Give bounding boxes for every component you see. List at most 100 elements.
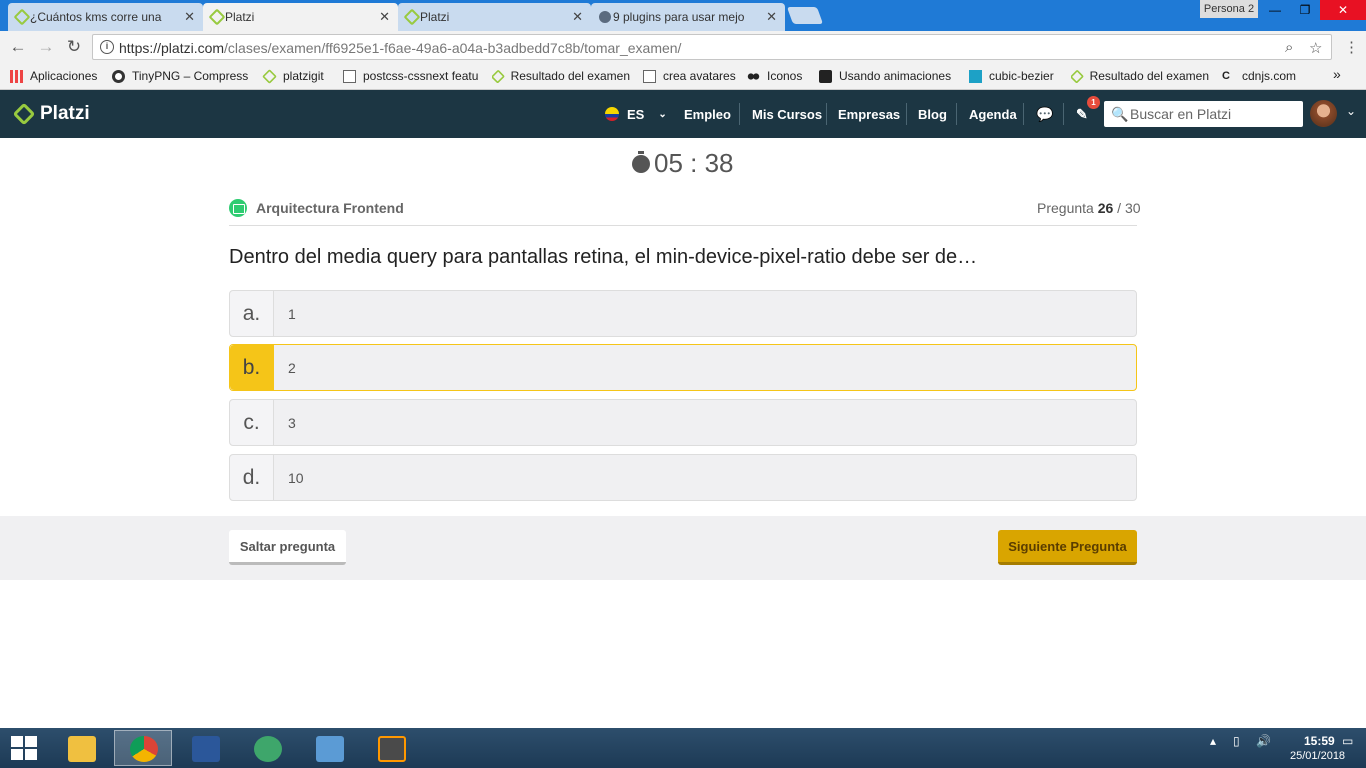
reload-icon[interactable]: ↻	[64, 37, 84, 57]
language-selector[interactable]: ES ⌄	[605, 90, 667, 138]
question-number: 26	[1097, 200, 1114, 216]
close-icon[interactable]: ✕	[184, 9, 195, 25]
avatar[interactable]	[1310, 100, 1337, 127]
answer-option-d[interactable]: d. 10	[229, 454, 1137, 501]
photos-icon	[316, 736, 344, 762]
back-arrow-icon[interactable]: ←	[8, 37, 28, 57]
tab-platzi-active[interactable]: Platzi ✕	[203, 3, 398, 31]
close-icon[interactable]: ✕	[379, 9, 390, 25]
notifications-button[interactable]: ✎	[1076, 90, 1088, 138]
nav-mis-cursos[interactable]: Mis Cursos	[752, 90, 822, 138]
bookmark-star-icon[interactable]: ☆	[1309, 39, 1322, 57]
close-icon[interactable]: ✕	[572, 9, 583, 25]
battery-icon[interactable]: ▯	[1233, 734, 1240, 748]
bookmark-postcss[interactable]: postcss-cssnext featu	[343, 69, 480, 83]
taskbar-atom[interactable]	[238, 730, 296, 766]
clock-date[interactable]: 25/01/2018	[1290, 750, 1345, 762]
chevron-down-icon: ⌄	[658, 108, 667, 120]
window-close-icon[interactable]: ✕	[1320, 0, 1366, 20]
atom-icon	[254, 736, 282, 762]
platzi-logo[interactable]: Platzi	[12, 102, 90, 126]
taskbar-file-explorer[interactable]	[52, 730, 110, 766]
cdnjs-icon: C	[1222, 69, 1230, 82]
bookmarks-bar: Aplicaciones TinyPNG – Compress platzigi…	[0, 63, 1366, 90]
bookmark-resultado-2[interactable]: Resultado del examen	[1071, 69, 1209, 83]
bookmark-aplicaciones[interactable]: Aplicaciones	[10, 69, 97, 83]
zoom-search-icon[interactable]: ⌕	[1285, 39, 1293, 56]
postcss-icon	[343, 69, 356, 83]
close-icon[interactable]: ✕	[766, 9, 777, 25]
exam-actions-bar	[0, 516, 1366, 580]
bookmark-cubic-bezier[interactable]: cubic-bezier	[969, 69, 1054, 83]
answer-option-a[interactable]: a. 1	[229, 290, 1137, 337]
course-title: Arquitectura Frontend	[229, 199, 404, 217]
divider	[1063, 103, 1064, 125]
start-pane	[11, 736, 23, 747]
bookmarks-overflow-button[interactable]: »	[1333, 66, 1341, 82]
bookmark-cdnjs[interactable]: Ccdnjs.com	[1222, 69, 1296, 83]
platzi-leaf-icon	[262, 68, 277, 84]
taskbar-word[interactable]	[176, 730, 234, 766]
bookmark-platzigit[interactable]: platzigit	[262, 68, 324, 84]
skip-question-button[interactable]: Saltar pregunta	[229, 530, 346, 565]
question-counter: Pregunta 26 / 30	[1037, 200, 1141, 216]
word-icon	[192, 736, 220, 762]
search-input[interactable]: 🔍 Buscar en Platzi	[1104, 101, 1303, 127]
bookmark-label: Resultado del examen	[1089, 69, 1209, 83]
search-icon: 🔍	[1111, 106, 1129, 122]
bookmark-crea-avatares[interactable]: crea avatares	[643, 69, 736, 83]
option-letter: a.	[230, 291, 274, 336]
volume-icon[interactable]: 🔊	[1256, 734, 1271, 748]
nav-empleo[interactable]: Empleo	[684, 90, 731, 138]
bookmark-label: cubic-bezier	[989, 69, 1054, 83]
browser-menu-icon[interactable]: ⋮	[1344, 38, 1359, 56]
bookmark-tinypng[interactable]: TinyPNG – Compress	[112, 69, 250, 83]
action-center-icon[interactable]: ▭	[1342, 734, 1353, 748]
tab-cuantos-kms[interactable]: ¿Cuántos kms corre una ✕	[8, 3, 203, 31]
platzi-leaf-icon	[403, 8, 421, 26]
taskbar-chrome[interactable]	[114, 730, 172, 766]
option-letter: d.	[230, 455, 274, 500]
nav-blog[interactable]: Blog	[918, 90, 947, 138]
tray-chevron-icon[interactable]: ▴	[1210, 734, 1216, 748]
tab-title: Platzi	[225, 10, 255, 24]
url-text[interactable]: https://platzi.com/clases/examen/ff6925e…	[119, 40, 681, 56]
bookmark-usando-animaciones[interactable]: Usando animaciones	[819, 69, 951, 83]
divider	[1023, 103, 1024, 125]
nav-agenda[interactable]: Agenda	[969, 90, 1017, 138]
tab-platzi[interactable]: Platzi ✕	[398, 3, 591, 31]
chat-bubble-icon: 💬	[1036, 105, 1054, 122]
document-icon	[643, 69, 656, 83]
messages-button[interactable]: 💬	[1036, 90, 1053, 138]
tab-title: ¿Cuántos kms corre una	[30, 10, 162, 24]
bookmark-label: TinyPNG – Compress	[132, 69, 249, 83]
clock-time[interactable]: 15:59	[1304, 734, 1335, 748]
forward-arrow-icon[interactable]: →	[36, 37, 56, 57]
profile-button[interactable]: Persona 2	[1200, 0, 1258, 18]
windows-start-icon[interactable]	[11, 736, 37, 760]
answer-option-c[interactable]: c. 3	[229, 399, 1137, 446]
next-question-button[interactable]: Siguiente Pregunta	[998, 530, 1137, 565]
bookmark-iconos[interactable]: Iconos	[747, 69, 802, 83]
restore-icon[interactable]: ❐	[1290, 0, 1320, 20]
new-tab-button[interactable]	[786, 7, 824, 24]
start-pane	[25, 749, 37, 760]
site-info-icon[interactable]: i	[100, 40, 114, 54]
course-name: Arquitectura Frontend	[256, 200, 404, 216]
tab-9-plugins[interactable]: 9 plugins para usar mejo ✕	[591, 3, 785, 31]
divider	[956, 103, 957, 125]
nav-label: Empresas	[838, 106, 901, 122]
taskbar-sublime[interactable]	[362, 730, 420, 766]
question-text: Dentro del media query para pantallas re…	[229, 246, 978, 268]
nav-empresas[interactable]: Empresas	[838, 90, 900, 138]
chevron-down-icon[interactable]: ⌄	[1346, 104, 1356, 118]
minimize-icon[interactable]: —	[1260, 0, 1290, 20]
answer-option-b[interactable]: b. 2	[229, 344, 1137, 391]
question-sep: /	[1113, 200, 1125, 216]
taskbar-photos[interactable]	[300, 730, 358, 766]
url-bar[interactable]: i https://platzi.com/clases/examen/ff692…	[92, 34, 1332, 60]
question-label: Pregunta	[1037, 200, 1094, 216]
option-text: 10	[288, 469, 304, 486]
notification-badge: 1	[1087, 96, 1100, 109]
bookmark-resultado-1[interactable]: Resultado del examen	[492, 69, 630, 83]
